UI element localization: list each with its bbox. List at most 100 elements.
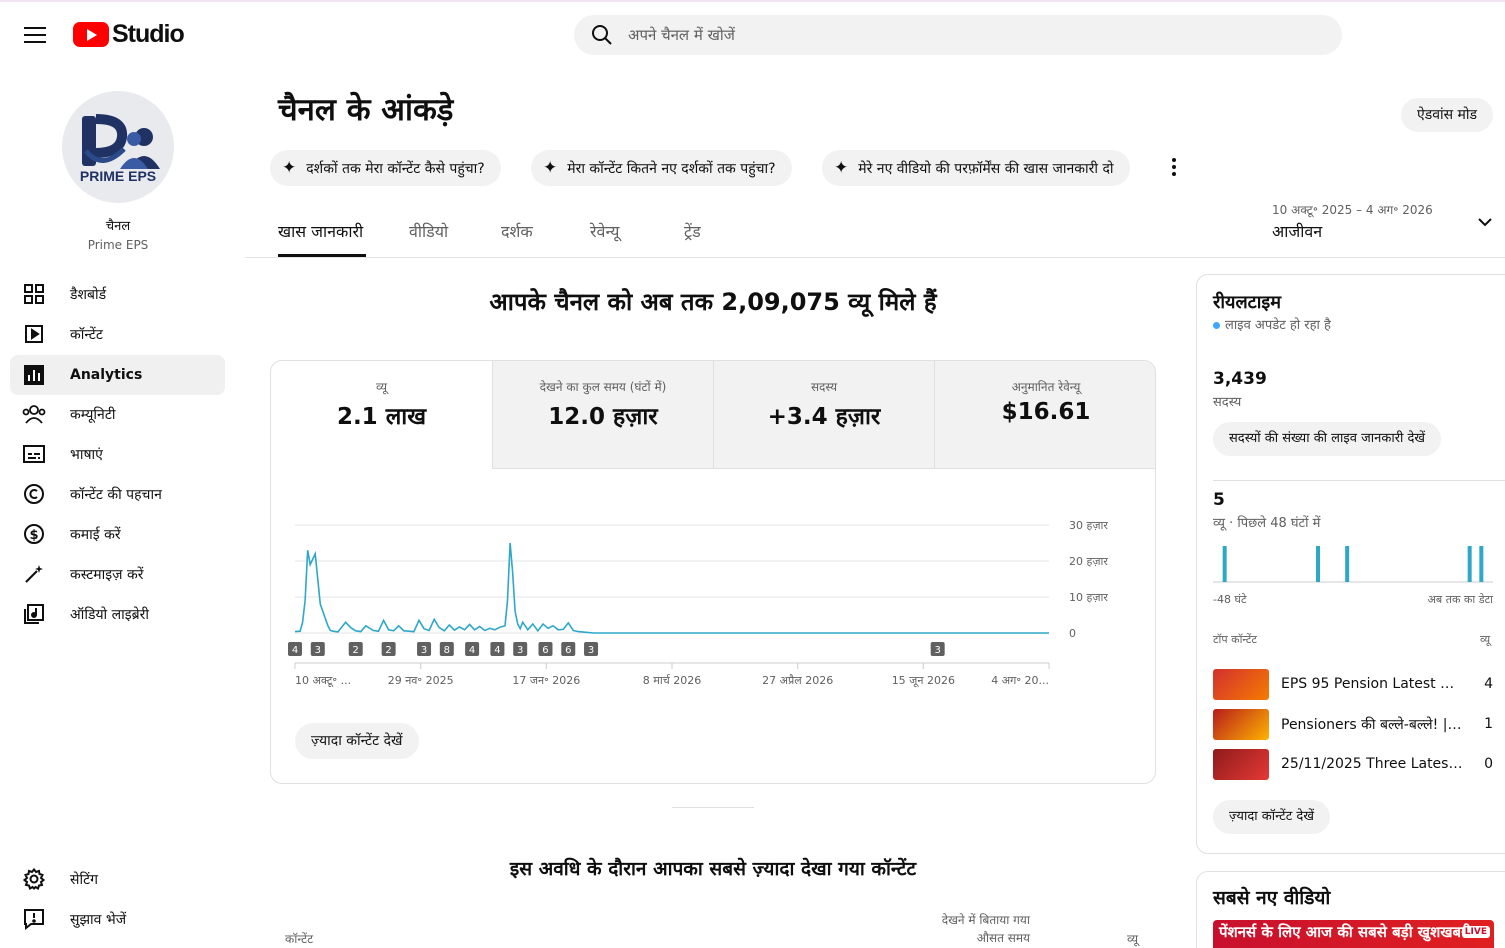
sidebar-item-content[interactable]: कॉन्टेंट xyxy=(10,314,225,354)
realtime-live-status: लाइव अपडेट हो रहा है xyxy=(1213,315,1331,333)
realtime-bar xyxy=(1467,546,1472,582)
sidebar-item-label: ऑडियो लाइब्रेरी xyxy=(70,606,149,623)
search-bar[interactable] xyxy=(574,15,1342,55)
x-tick-label: 27 अप्रैल 2026 xyxy=(762,674,833,687)
metric-views[interactable]: व्यू 2.1 लाख xyxy=(271,361,492,469)
sidebar-item-customize[interactable]: कस्टमाइज़ करें xyxy=(10,554,225,594)
suggestion-chip[interactable]: ✦ दर्शकों तक मेरा कॉन्टेंट कैसे पहुंचा? xyxy=(270,150,501,186)
tab-audience[interactable]: दर्शक xyxy=(501,220,533,242)
top-content-row[interactable]: Pensioners की बल्ले-बल्ले! | E... 1 xyxy=(1213,708,1493,740)
metric-value: $16.61 xyxy=(1001,399,1091,425)
sparkle-icon: ✦ xyxy=(543,158,558,178)
live-dot-icon xyxy=(1213,322,1220,329)
tab-revenue[interactable]: रेवेन्यू xyxy=(590,220,619,242)
sidebar-item-audio-library[interactable]: ऑडियो लाइब्रेरी xyxy=(10,594,225,634)
advanced-mode-button[interactable]: ऐडवांस मोड xyxy=(1401,98,1494,132)
sidebar-item-languages[interactable]: भाषाएं xyxy=(10,434,225,474)
y-tick-label: 10 हज़ार xyxy=(1069,591,1108,604)
video-marker-label: 2 xyxy=(385,645,391,656)
sidebar-item-community[interactable]: कम्यूनिटी xyxy=(10,394,225,434)
y-tick-label: 20 हज़ार xyxy=(1069,555,1108,568)
x-tick-label: 10 अक्टू॰ ... xyxy=(295,674,351,688)
y-tick-label: 0 xyxy=(1069,627,1076,640)
video-marker-label: 3 xyxy=(315,645,321,656)
video-marker-label: 3 xyxy=(934,645,940,656)
sidebar-item-dashboard[interactable]: डैशबोर्ड xyxy=(10,274,225,314)
sidebar-item-earn[interactable]: $ कमाई करें xyxy=(10,514,225,554)
realtime-title: रीयलटाइम xyxy=(1213,292,1282,313)
x-tick-label: 4 अग॰ 20... xyxy=(991,674,1049,687)
sidebar-item-settings[interactable]: सेटिंग xyxy=(10,859,225,899)
analytics-icon xyxy=(22,363,46,387)
latest-videos-title: सबसे नए वीडियो xyxy=(1213,887,1331,909)
top-content-views: 1 xyxy=(1484,716,1493,732)
gear-icon xyxy=(22,867,46,891)
live-subscribers-button[interactable]: सदस्यों की संख्या की लाइव जानकारी देखें xyxy=(1213,422,1442,456)
date-range-dates: 10 अक्टू॰ 2025 – 4 अग॰ 2026 xyxy=(1272,203,1433,217)
metric-value: 2.1 लाख xyxy=(336,404,427,430)
suggestion-chip[interactable]: ✦ मेरे नए वीडियो की परफ़ॉर्मेंस की खास जा… xyxy=(822,150,1130,186)
x-tick-label: 8 मार्च 2026 xyxy=(643,674,701,687)
studio-logo[interactable]: Studio xyxy=(73,20,185,49)
metric-label: अनुमानित रेवेन्यू xyxy=(1011,380,1081,394)
chevron-down-icon[interactable] xyxy=(1477,214,1493,230)
metric-subscribers[interactable]: सदस्य +3.4 हज़ार xyxy=(713,361,934,469)
sidebar-item-label: डैशबोर्ड xyxy=(70,286,107,303)
channel-avatar[interactable]: PRIME EPS xyxy=(62,91,174,203)
latest-thumb-text: पेंशनर्स के लिए आज की सबसे बड़ी खुशखबरी xyxy=(1219,923,1472,941)
top-content-title: Pensioners की बल्ले-बल्ले! | E... xyxy=(1281,716,1463,733)
sidebar-item-analytics[interactable]: Analytics xyxy=(10,355,225,395)
more-options-icon[interactable] xyxy=(1166,156,1182,178)
chip-label: मेरे नए वीडियो की परफ़ॉर्मेंस की खास जान… xyxy=(858,160,1114,177)
channel-label: चैनल xyxy=(105,219,131,234)
top-content-row[interactable]: 25/11/2025 Three Latest U... 0 xyxy=(1213,748,1493,780)
top-content-title: इस अवधि के दौरान आपका सबसे ज़्यादा देखा … xyxy=(509,858,917,880)
realtime-subscribers-label: सदस्य xyxy=(1213,395,1242,410)
x-tick-label: 17 जन॰ 2026 xyxy=(512,674,580,687)
search-input[interactable] xyxy=(628,26,1308,44)
sidebar-item-label: Analytics xyxy=(70,367,143,383)
date-range-selector[interactable]: 10 अक्टू॰ 2025 – 4 अग॰ 2026 आजीवन xyxy=(1272,201,1433,242)
magic-wand-icon xyxy=(22,562,46,586)
metric-watch-time[interactable]: देखने का कुल समय (घंटों में) 12.0 हज़ार xyxy=(492,361,713,469)
metric-revenue[interactable]: अनुमानित रेवेन्यू $16.61 xyxy=(934,361,1155,469)
metric-label: व्यू xyxy=(375,380,388,394)
sidebar-item-label: कस्टमाइज़ करें xyxy=(70,566,144,583)
video-marker-label: 2 xyxy=(353,645,359,656)
col-header-avg-watch-1: देखने में बिताया गया xyxy=(941,913,1030,927)
x-tick-label: 29 नव॰ 2025 xyxy=(388,674,454,687)
more-content-button[interactable]: ज़्यादा कॉन्टेंट देखें xyxy=(295,723,419,759)
sidebar-item-label: कॉन्टेंट xyxy=(70,326,103,343)
realtime-bar xyxy=(1222,546,1227,582)
avatar-text: PRIME EPS xyxy=(80,168,156,184)
video-thumbnail xyxy=(1213,708,1269,740)
tab-videos[interactable]: वीडियो xyxy=(409,220,448,242)
dollar-icon: $ xyxy=(22,522,46,546)
sidebar-item-feedback[interactable]: सुझाव भेजें xyxy=(10,899,225,939)
realtime-more-content-button[interactable]: ज़्यादा कॉन्टेंट देखें xyxy=(1213,800,1330,834)
realtime-divider xyxy=(1213,480,1505,481)
menu-icon[interactable] xyxy=(24,27,46,45)
suggestion-chip[interactable]: ✦ मेरा कॉन्टेंट कितने नए दर्शकों तक पहुंच… xyxy=(531,150,792,186)
bar-end-label: अब तक का डेटा xyxy=(1427,593,1493,606)
views-header: व्यू xyxy=(1480,633,1491,646)
video-marker-label: 6 xyxy=(542,645,548,656)
sidebar-item-label: कमाई करें xyxy=(70,526,121,543)
tab-overview[interactable]: खास जानकारी xyxy=(278,220,363,242)
date-range-label: आजीवन xyxy=(1272,222,1323,241)
svg-text:$: $ xyxy=(29,528,38,543)
video-marker-label: 3 xyxy=(421,645,427,656)
logo-text: Studio xyxy=(112,20,185,48)
video-marker-label: 3 xyxy=(517,645,523,656)
tab-trends[interactable]: ट्रेंड xyxy=(684,220,701,242)
realtime-bar xyxy=(1316,546,1320,582)
sparkle-icon: ✦ xyxy=(834,158,849,178)
sidebar-item-content-id[interactable]: कॉन्टेंट की पहचान xyxy=(10,474,225,514)
views-headline: आपके चैनल को अब तक 2,09,075 व्यू मिले है… xyxy=(489,288,937,316)
chip-label: दर्शकों तक मेरा कॉन्टेंट कैसे पहुंचा? xyxy=(306,160,485,177)
sidebar-item-label: सेटिंग xyxy=(70,871,99,888)
top-content-row[interactable]: EPS 95 Pension Latest Ne... 4 xyxy=(1213,668,1493,700)
realtime-subscribers: 3,439 xyxy=(1213,369,1267,389)
latest-video-thumbnail[interactable]: पेंशनर्स के लिए आज की सबसे बड़ी खुशखबरी … xyxy=(1213,920,1494,948)
video-marker-label: 6 xyxy=(565,645,571,656)
